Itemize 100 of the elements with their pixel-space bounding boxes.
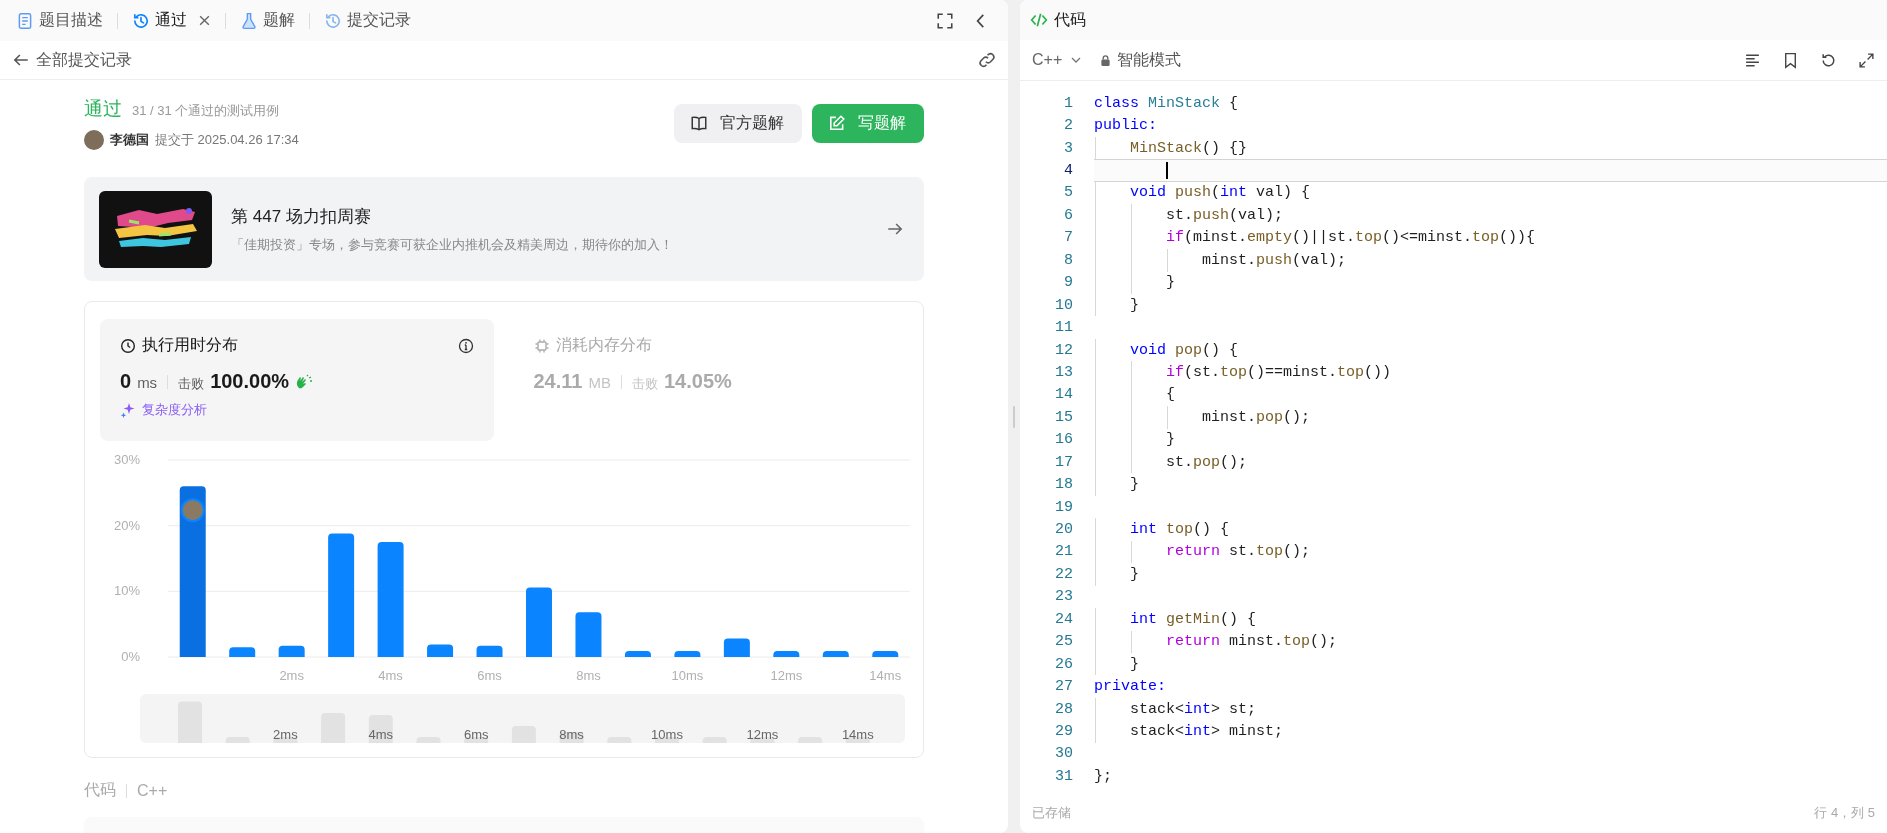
- reset-icon[interactable]: [1820, 51, 1837, 69]
- edit-icon: [828, 114, 846, 132]
- code-line: int top() {: [1129, 521, 1230, 539]
- sparkle-icon: [120, 402, 136, 418]
- official-solution-button[interactable]: 官方题解: [674, 103, 802, 143]
- code-line: }: [1165, 274, 1175, 292]
- link-icon[interactable]: [978, 51, 996, 69]
- line-number: 18: [1054, 476, 1074, 494]
- range-navigator[interactable]: 2ms 4ms 6ms 8ms 10ms 12ms 14ms: [140, 694, 905, 743]
- language-dropdown[interactable]: C++: [1032, 51, 1083, 69]
- line-number: 21: [1054, 543, 1074, 561]
- bar[interactable]: [476, 645, 503, 657]
- tab[interactable]: 题目描述: [12, 10, 107, 31]
- line-number: 2: [1063, 117, 1074, 135]
- bar[interactable]: [624, 651, 651, 657]
- save-status: 已存储: [1032, 804, 1071, 822]
- expand-icon[interactable]: [1858, 51, 1875, 69]
- bar[interactable]: [328, 533, 355, 657]
- bar[interactable]: [575, 612, 602, 657]
- line-number: 23: [1054, 588, 1074, 606]
- beat-label: 击败: [178, 375, 205, 393]
- line-number: 30: [1054, 745, 1074, 763]
- format-icon[interactable]: [1744, 51, 1761, 69]
- resize-handle[interactable]: [1013, 405, 1015, 428]
- code-line: }: [1165, 431, 1175, 449]
- code-line: {: [1165, 386, 1175, 404]
- bar[interactable]: [377, 542, 404, 657]
- cursor-position: 行 4，列 5: [1814, 804, 1875, 822]
- panel-title: 消耗内存分布: [555, 335, 652, 355]
- bookmark-icon[interactable]: [1782, 51, 1799, 69]
- code-line: void push(int val) {: [1129, 184, 1311, 202]
- bar[interactable]: [674, 651, 701, 657]
- history-icon: [324, 11, 342, 30]
- line-number: 7: [1063, 229, 1074, 247]
- code-line: stack<int> minst;: [1129, 722, 1284, 740]
- book-icon: [690, 114, 708, 132]
- bar[interactable]: [229, 647, 256, 657]
- fullscreen-icon[interactable]: [936, 11, 954, 30]
- code-line: minst.push(val);: [1201, 251, 1347, 269]
- x-tick-label: 4ms: [378, 668, 403, 683]
- stat-panel[interactable]: 执行用时分布 0 ms 击败 100.00% 复杂度分析: [100, 319, 494, 441]
- stat-unit: ms: [137, 374, 158, 391]
- bar[interactable]: [723, 638, 750, 657]
- x-tick-label: 2ms: [279, 668, 304, 683]
- language-label: C++: [137, 781, 168, 800]
- stat-unit: MB: [588, 374, 611, 391]
- bar[interactable]: [773, 651, 800, 657]
- mode-label[interactable]: 智能模式: [1117, 49, 1182, 71]
- y-tick-label: 0%: [121, 649, 140, 664]
- clock-icon: [120, 337, 136, 354]
- user-name[interactable]: 李德国: [110, 131, 149, 149]
- x-tick-label: 10ms: [671, 668, 704, 683]
- code-line: int getMin() {: [1129, 610, 1257, 628]
- code-line: class MinStack {: [1094, 94, 1239, 112]
- code-line: minst.pop();: [1201, 408, 1311, 426]
- code-line: }: [1129, 565, 1139, 583]
- code-line: st.push(val);: [1165, 206, 1284, 224]
- close-icon[interactable]: [198, 14, 211, 27]
- y-tick-label: 10%: [113, 583, 140, 599]
- status-text: 通过: [84, 97, 122, 121]
- avatar: [84, 130, 104, 150]
- line-number: 26: [1054, 655, 1074, 673]
- code-line: MinStack() {}: [1129, 139, 1248, 157]
- stat-value: 0: [120, 370, 132, 393]
- bar[interactable]: [822, 651, 849, 657]
- contest-banner[interactable]: 第 447 场力扣周赛 「佳期投资」专场，参与竞赛可获企业内推机会及精美周边，期待你的加入！: [84, 177, 924, 281]
- chip-icon: [533, 337, 550, 354]
- tab[interactable]: 提交记录: [320, 10, 415, 31]
- all-submissions-link[interactable]: 全部提交记录: [36, 49, 132, 71]
- bar[interactable]: [278, 645, 305, 657]
- code-line: }: [1129, 655, 1139, 673]
- line-number: 4: [1063, 162, 1074, 180]
- info-icon[interactable]: [457, 337, 474, 354]
- lock-icon: [1100, 53, 1112, 67]
- tab[interactable]: 通过: [128, 10, 215, 31]
- line-number: 19: [1054, 498, 1074, 516]
- bar[interactable]: [872, 651, 899, 657]
- line-number: 20: [1054, 521, 1074, 539]
- bar[interactable]: [179, 486, 206, 657]
- line-number: 14: [1054, 386, 1074, 404]
- code-line: private:: [1094, 678, 1166, 696]
- text-cursor: [1166, 162, 1168, 179]
- line-number: 31: [1054, 767, 1074, 785]
- code-line: if(st.top()==minst.top()): [1165, 363, 1392, 381]
- complexity-analysis-link[interactable]: 复杂度分析: [142, 401, 207, 419]
- code-line: };: [1094, 767, 1112, 785]
- y-tick-label: 20%: [113, 517, 140, 533]
- bar[interactable]: [427, 644, 454, 657]
- tab[interactable]: 题解: [236, 10, 299, 31]
- code-line: }: [1129, 476, 1139, 494]
- line-number: 6: [1063, 206, 1074, 224]
- line-number: 13: [1054, 363, 1074, 381]
- code-icon: [1030, 11, 1048, 29]
- code-line: }: [1129, 296, 1139, 314]
- line-number: 8: [1063, 251, 1074, 269]
- stat-value: 24.11: [533, 370, 583, 393]
- x-tick-label: 6ms: [477, 668, 502, 683]
- x-tick-label: 12ms: [770, 668, 803, 683]
- line-number: 12: [1054, 341, 1074, 359]
- line-number: 22: [1054, 565, 1074, 583]
